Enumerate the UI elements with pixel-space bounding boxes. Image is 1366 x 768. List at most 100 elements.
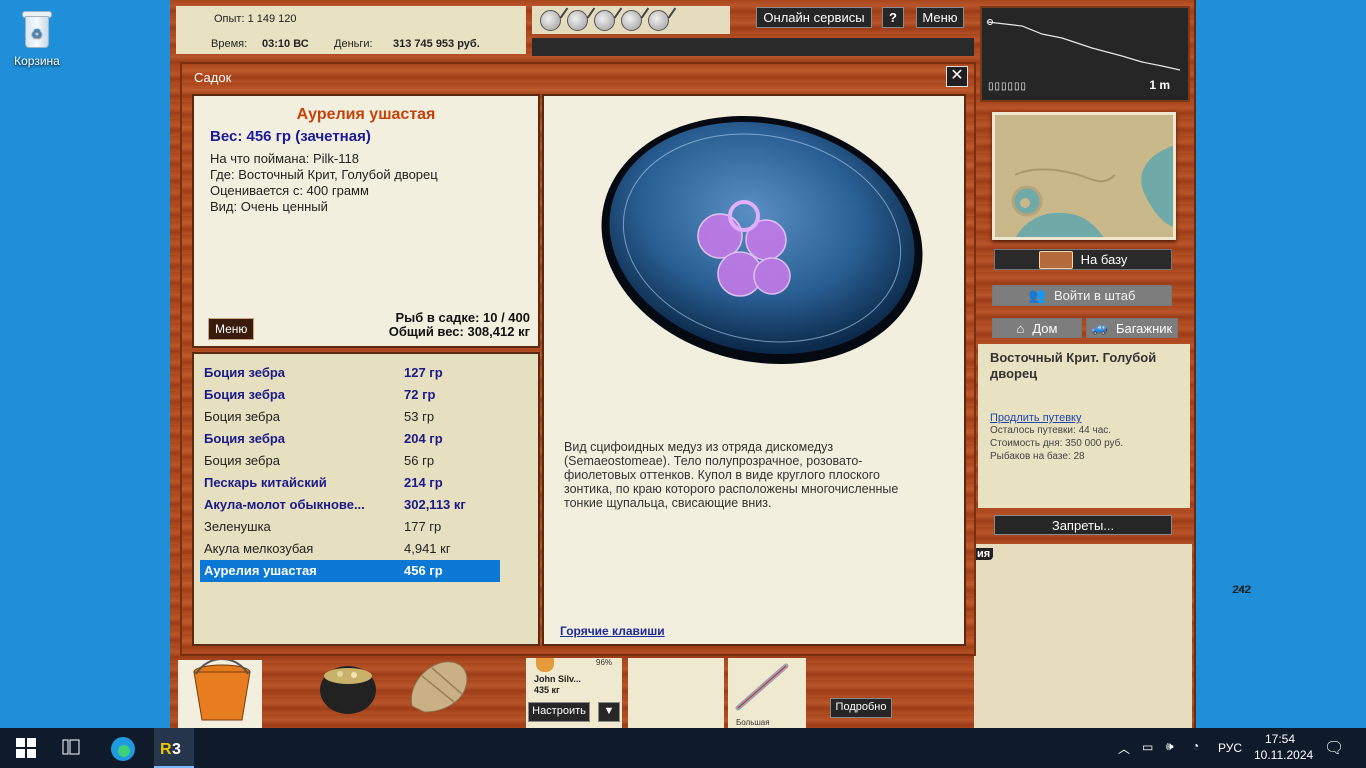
bucket-icon (193, 658, 251, 721)
jellyfish-image (601, 116, 923, 364)
money-label: Деньги: (334, 38, 373, 50)
trip-remaining: Осталось путевки: 44 час. (990, 425, 1112, 436)
setup-button[interactable]: Настроить (528, 702, 590, 722)
angler-weight: 435 кг (534, 685, 560, 695)
reel-slot-icon[interactable] (540, 9, 561, 31)
close-dialog-button[interactable]: ✕ (946, 66, 968, 87)
list-item[interactable]: Боция зебра 127 гр (200, 362, 500, 384)
fish-name: Аурелия ушастая (296, 106, 436, 123)
bait-line: На что поймана: Pilk-118 (210, 151, 359, 166)
lure-label: Большая (736, 718, 770, 727)
keepnet-dialog: Садок ✕ Аурелия ушастая Вес: 456 гр (зач… (180, 62, 976, 656)
location-map[interactable] (992, 112, 1176, 240)
depth-value: 1 m (1149, 78, 1170, 92)
lower-right-panel: ия 242 (974, 544, 1250, 728)
angler-card[interactable]: 96% John Silv... 435 кг Настроить ▼ (526, 658, 622, 728)
spoon-lure-icon (735, 663, 789, 711)
reel-slot-icon[interactable] (621, 9, 642, 31)
reel-slot-icon[interactable] (648, 9, 669, 31)
trunk-tab[interactable]: 🚙 Багажник (1086, 318, 1178, 338)
tab-fragment[interactable]: ия (974, 548, 994, 560)
catch-list: Боция зебра 127 гр Боция зебра 72 гр Боция… (192, 352, 540, 646)
language-indicator[interactable]: РУС (1218, 741, 1242, 755)
tray-chevron-icon[interactable]: ︿ (1118, 740, 1130, 757)
notifications-icon[interactable]: 🗨 (1324, 738, 1344, 758)
car-icon: 🚙 (1091, 320, 1108, 335)
kind-line: Вид: Очень ценный (210, 199, 328, 214)
home-icon: ⌂ (1016, 320, 1025, 336)
list-item[interactable]: Пескарь китайский 214 гр (200, 472, 500, 494)
anglers-count: Рыбаков на базе: 28 (990, 451, 1085, 462)
cauldron-icon[interactable] (316, 660, 380, 721)
svg-text:3: 3 (172, 741, 181, 758)
time-label: Время: (211, 38, 248, 50)
clock-date: 10.11.2024 (1254, 748, 1314, 762)
list-item[interactable]: Боция зебра 53 гр (200, 406, 500, 428)
rods-quickbar (532, 6, 730, 34)
list-item[interactable]: Боция зебра 56 гр (200, 450, 500, 472)
reel-slot-icon[interactable] (567, 9, 588, 31)
rf3-game-taskbar-icon[interactable]: R3 (154, 728, 194, 768)
recycle-bin-icon: ♻ (19, 8, 55, 50)
help-button[interactable]: ? (882, 7, 904, 28)
rated-line: Оценивается с: 400 грамм (210, 183, 369, 198)
message-strip (532, 38, 974, 56)
list-item[interactable]: Боция зебра 72 гр (200, 384, 500, 406)
location-line: Где: Восточный Крит, Голубой дворец (210, 167, 438, 182)
house-icon (1038, 250, 1073, 269)
recycle-bin-shortcut[interactable]: ♻ Корзина (8, 8, 66, 68)
clock[interactable]: 17:54 10.11.2024 (1254, 732, 1314, 762)
fish-weight: Вес: 456 гр (зачетная) (210, 128, 371, 145)
svg-text:R: R (160, 741, 172, 758)
fish-info-panel: Аурелия ушастая Вес: 456 гр (зачетная) Н… (192, 94, 540, 348)
extend-trip-link[interactable]: Продлить путевку (990, 412, 1178, 424)
list-item-selected[interactable]: Аурелия ушастая 456 гр (200, 560, 500, 582)
clock-time: 17:54 (1264, 732, 1296, 746)
angler-percent: 96% (596, 658, 613, 667)
lure-card[interactable]: Большая (728, 658, 806, 728)
list-item[interactable]: Акула мелкозубая 4,941 кг (200, 538, 500, 560)
edge-browser-icon[interactable] (110, 736, 135, 761)
day-cost: Стоимость дня: 350 000 руб. (990, 438, 1124, 449)
enter-hq-button[interactable]: 👥 Войти в штаб (992, 285, 1172, 306)
to-base-button[interactable]: На базу (994, 249, 1172, 270)
empty-slot[interactable] (628, 658, 724, 728)
fish-menu-button[interactable]: Меню (208, 318, 255, 340)
fish-description: Вид сцифоидных медуз из отряда дискомеду… (564, 440, 899, 510)
enter-hq-label: Войти в штаб (1054, 288, 1136, 303)
windows-start-icon[interactable] (14, 736, 38, 760)
reel-slot-icon[interactable] (594, 9, 615, 31)
home-tab-label: Дом (1032, 320, 1058, 336)
list-item[interactable]: Зеленушка 177 гр (200, 516, 500, 538)
money-value: 313 745 953 руб. (393, 38, 480, 50)
list-item[interactable]: Боция зебра 204 гр (200, 428, 500, 450)
player-stats-panel: Опыт: 1 149 120 Время: 03:10 ВС Деньги: … (176, 6, 526, 54)
main-menu-button[interactable]: Меню (916, 7, 964, 28)
details-button[interactable]: Подробно (830, 698, 892, 718)
hotkeys-link[interactable]: Горячие клавиши (560, 624, 665, 638)
setup-dropdown-button[interactable]: ▼ (598, 702, 620, 722)
network-icon[interactable]: ◔ (1192, 739, 1199, 753)
fish-count: Рыб в садке: 10 / 400 (395, 310, 530, 325)
list-item[interactable]: Акула-молот обыкнове... 302,113 кг (200, 494, 500, 516)
keepnet-totals: Рыб в садке: 10 / 400 Общий вес: 308,412… (389, 311, 530, 339)
depth-profile: ▯▯▯▯▯▯ 1 m (980, 6, 1190, 102)
volume-icon[interactable]: 🕪 (1166, 739, 1174, 754)
bucket-slot[interactable] (178, 658, 262, 728)
time-value: 03:10 ВС (262, 38, 309, 50)
home-tab[interactable]: ⌂ Дом (992, 318, 1082, 338)
online-services-button[interactable]: Онлайн сервисы (756, 7, 872, 28)
fish-image-panel: Вид сцифоидных медуз из отряда дискомеду… (542, 94, 966, 646)
bans-button[interactable]: Запреты... (994, 515, 1172, 535)
battery-icon[interactable]: ▭ (1142, 740, 1153, 754)
lure-icon (536, 658, 554, 672)
task-view-icon[interactable] (60, 736, 84, 760)
trunk-tab-label: Багажник (1115, 320, 1173, 336)
counter-value: 242 (1233, 584, 1252, 596)
close-icon: ✕ (950, 67, 964, 84)
dialog-title: Садок (194, 70, 232, 85)
total-weight: Общий вес: 308,412 кг (388, 324, 530, 339)
keepnet-sack-icon[interactable] (404, 656, 476, 721)
location-info-panel: Восточный Крит. Голубой дворец Продлить … (978, 344, 1190, 508)
depth-scale-icon: ▯▯▯▯▯▯ (988, 81, 1028, 92)
